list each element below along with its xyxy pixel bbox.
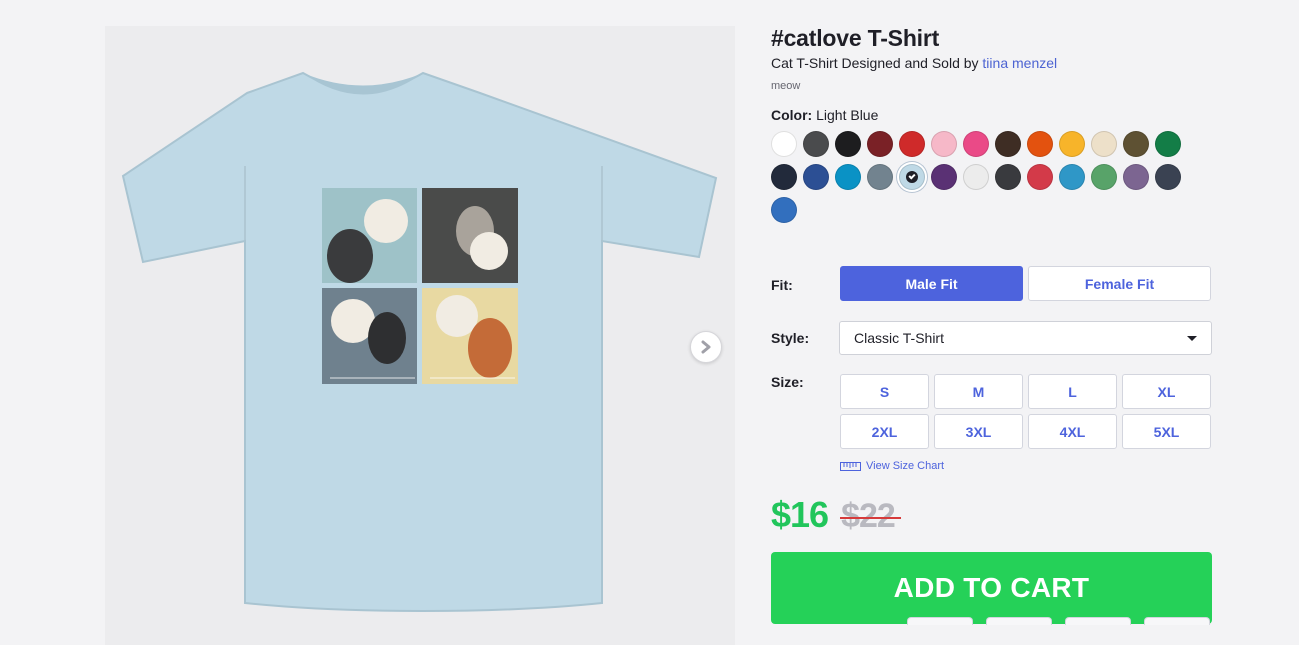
product-byline: Cat T-Shirt Designed and Sold by tiina m… <box>771 55 1213 71</box>
share-tab[interactable] <box>986 617 1052 625</box>
price: $16 $22 <box>771 494 901 536</box>
fit-label: Fit: <box>771 277 793 293</box>
product-title: #catlove T-Shirt <box>771 25 940 51</box>
color-swatch-heather-royal[interactable] <box>771 197 797 223</box>
byline-prefix: Cat T-Shirt Designed and Sold by <box>771 55 979 71</box>
share-tab[interactable] <box>1065 617 1131 625</box>
size-button-s[interactable]: S <box>840 374 929 409</box>
color-swatches <box>771 131 1191 223</box>
size-button-2xl[interactable]: 2XL <box>840 414 929 449</box>
color-label: Color: <box>771 107 813 123</box>
style-selected-value: Classic T-Shirt <box>854 330 944 346</box>
color-swatch-orange[interactable] <box>1027 131 1053 157</box>
color-swatch-kelly-green[interactable] <box>1155 131 1181 157</box>
size-button-m[interactable]: M <box>934 374 1023 409</box>
caret-down-icon <box>1187 335 1197 341</box>
color-swatch-heather-green[interactable] <box>1091 164 1117 190</box>
color-swatch-heather-charcoal[interactable] <box>995 164 1021 190</box>
color-swatch-maroon[interactable] <box>867 131 893 157</box>
color-swatch-turquoise[interactable] <box>835 164 861 190</box>
color-swatch-royal-blue[interactable] <box>803 164 829 190</box>
fit-toggle: Male Fit Female Fit <box>840 266 1211 301</box>
style-label: Style: <box>771 330 810 346</box>
color-swatch-heather-purple[interactable] <box>1123 164 1149 190</box>
color-swatch-heather-navy[interactable] <box>1155 164 1181 190</box>
color-swatch-light-blue[interactable] <box>899 164 925 190</box>
share-tab[interactable] <box>907 617 973 625</box>
size-button-3xl[interactable]: 3XL <box>934 414 1023 449</box>
color-swatch-charcoal[interactable] <box>803 131 829 157</box>
color-swatch-heather-red[interactable] <box>1027 164 1053 190</box>
color-swatch-brown[interactable] <box>995 131 1021 157</box>
size-chart-label: View Size Chart <box>866 460 945 472</box>
share-tab[interactable] <box>1144 617 1210 625</box>
artist-link[interactable]: tiina menzel <box>982 55 1057 71</box>
product-image-gallery <box>105 26 735 645</box>
product-tag: meow <box>771 80 801 92</box>
color-swatch-black[interactable] <box>835 131 861 157</box>
color-swatch-heather-white[interactable] <box>963 164 989 190</box>
male-fit-button[interactable]: Male Fit <box>840 266 1023 301</box>
tshirt-image <box>121 71 718 613</box>
product-details: #catlove T-Shirt Cat T-Shirt Designed an… <box>771 24 1213 624</box>
color-swatch-olive[interactable] <box>1123 131 1149 157</box>
size-button-5xl[interactable]: 5XL <box>1122 414 1211 449</box>
size-button-4xl[interactable]: 4XL <box>1028 414 1117 449</box>
ruler-icon <box>840 461 861 471</box>
color-swatch-pink[interactable] <box>931 131 957 157</box>
size-button-l[interactable]: L <box>1028 374 1117 409</box>
color-swatch-heather-turquoise[interactable] <box>1059 164 1085 190</box>
style-dropdown[interactable]: Classic T-Shirt <box>839 321 1212 355</box>
color-swatch-natural[interactable] <box>1091 131 1117 157</box>
add-to-cart-button[interactable]: ADD TO CART <box>771 552 1212 624</box>
color-selector-label: Color: Light Blue <box>771 107 1213 123</box>
color-swatch-purple[interactable] <box>931 164 957 190</box>
color-swatch-red[interactable] <box>899 131 925 157</box>
color-swatch-gold[interactable] <box>1059 131 1085 157</box>
chevron-right-icon <box>701 340 711 354</box>
current-price: $16 <box>771 494 829 535</box>
next-image-button[interactable] <box>690 331 722 363</box>
original-price: $22 <box>840 497 901 535</box>
color-swatch-slate[interactable] <box>867 164 893 190</box>
size-label: Size: <box>771 374 804 390</box>
size-button-xl[interactable]: XL <box>1122 374 1211 409</box>
selected-color-name: Light Blue <box>816 107 879 123</box>
color-swatch-hot-pink[interactable] <box>963 131 989 157</box>
color-swatch-white[interactable] <box>771 131 797 157</box>
female-fit-button[interactable]: Female Fit <box>1028 266 1211 301</box>
color-swatch-navy[interactable] <box>771 164 797 190</box>
size-chart-link[interactable]: View Size Chart <box>840 460 944 472</box>
size-options: S M L XL 2XL 3XL 4XL 5XL <box>840 374 1211 449</box>
